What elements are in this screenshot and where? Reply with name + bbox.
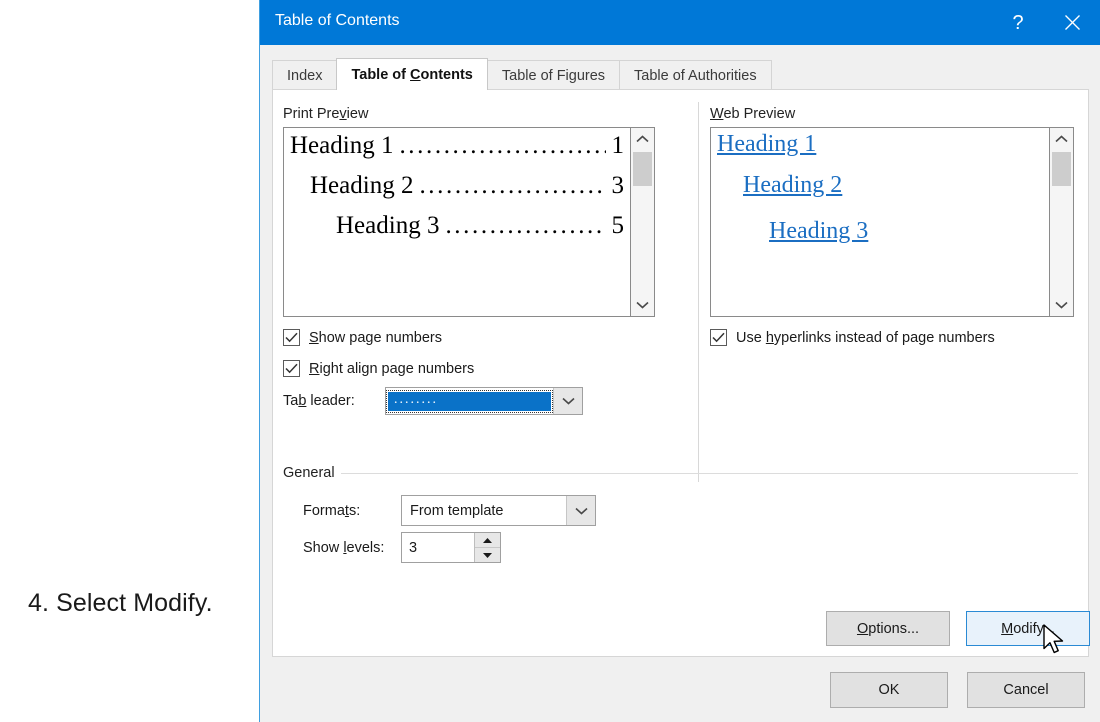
chevron-up-icon: [636, 135, 649, 143]
question-mark-icon: ?: [1012, 13, 1023, 33]
checkmark-icon: [712, 332, 725, 343]
tab-content-panel: Print Preview Heading 1 ................…: [272, 89, 1089, 657]
tab-label: Table of Authorities: [634, 68, 757, 84]
entry-text: Heading 1: [290, 132, 393, 160]
scroll-down-arrow[interactable]: [631, 294, 654, 316]
formats-label: Formats:: [303, 503, 360, 519]
scroll-up-arrow[interactable]: [631, 128, 654, 150]
general-group-label: General: [283, 465, 335, 481]
checkbox-box: [283, 360, 300, 377]
chevron-up-icon: [1055, 135, 1068, 143]
scroll-thumb[interactable]: [1052, 152, 1071, 186]
print-preview-content: Heading 1 ..............................…: [284, 128, 630, 316]
tab-table-of-figures[interactable]: Table of Figures: [487, 60, 620, 90]
checkbox-show-page-numbers[interactable]: Show page numbers: [283, 329, 442, 346]
checkbox-box: [710, 329, 727, 346]
modify-button[interactable]: Modify...: [966, 611, 1090, 646]
cancel-button[interactable]: Cancel: [967, 672, 1085, 708]
web-preview-entry[interactable]: Heading 3: [769, 218, 868, 245]
instruction-caption: 4. Select Modify.: [28, 589, 213, 618]
chevron-down-icon: [636, 301, 649, 309]
web-preview-content: Heading 1 Heading 2 Heading 3: [711, 128, 1049, 316]
formats-value: From template: [402, 496, 566, 525]
close-icon: [1064, 14, 1081, 31]
checkmark-icon: [285, 363, 298, 374]
spinner-decrement-button[interactable]: [475, 548, 500, 562]
chevron-down-icon: [575, 507, 588, 515]
scroll-down-arrow[interactable]: [1050, 294, 1073, 316]
entry-page-number: 3: [608, 172, 625, 200]
checkbox-box: [283, 329, 300, 346]
checkbox-right-align-page-numbers[interactable]: Right align page numbers: [283, 360, 474, 377]
web-preview-box: Heading 1 Heading 2 Heading 3: [710, 127, 1050, 317]
print-preview-label: Print Preview: [283, 106, 368, 122]
options-button[interactable]: Options...: [826, 611, 950, 646]
show-levels-spinner[interactable]: 3: [401, 532, 501, 563]
checkmark-icon: [285, 332, 298, 343]
dialog-title: Table of Contents: [275, 12, 400, 30]
checkbox-label: Right align page numbers: [309, 361, 474, 377]
tab-label: Table of Contents: [351, 67, 472, 83]
web-preview-entry[interactable]: Heading 2: [743, 172, 842, 199]
entry-text: Heading 3: [336, 212, 439, 240]
tab-leader-dotted-line: ........: [388, 392, 438, 411]
checkbox-label: Use hyperlinks instead of page numbers: [736, 330, 995, 346]
entry-page-number: 1: [608, 132, 625, 160]
spinner-increment-button[interactable]: [475, 533, 500, 548]
print-preview-entry: Heading 3 ..............................…: [336, 212, 624, 240]
column-divider: [698, 102, 699, 482]
ok-button-label: OK: [879, 682, 900, 698]
chevron-down-icon: [562, 397, 575, 405]
show-levels-label: Show levels:: [303, 540, 384, 556]
triangle-up-icon: [482, 537, 493, 544]
dialog-titlebar: Table of Contents ?: [260, 0, 1100, 45]
table-of-contents-dialog: Table of Contents ? Index Table of Conte…: [259, 0, 1100, 722]
web-preview-entry[interactable]: Heading 1: [717, 131, 816, 158]
checkbox-label: Show page numbers: [309, 330, 442, 346]
entry-text: Heading 2: [310, 172, 413, 200]
tab-leader-value-area: ........: [386, 388, 553, 414]
tab-leader-label: Tab leader:: [283, 393, 355, 409]
triangle-down-icon: [482, 552, 493, 559]
print-preview-entry: Heading 2 ..............................…: [310, 172, 624, 200]
entry-page-number: 5: [608, 212, 625, 240]
web-preview-label: Web Preview: [710, 106, 795, 122]
modify-button-label: Modify...: [1001, 621, 1055, 637]
formats-combobox[interactable]: From template: [401, 495, 596, 526]
tab-leader-combobox[interactable]: ........: [385, 387, 583, 415]
chevron-down-icon: [1055, 301, 1068, 309]
tab-index[interactable]: Index: [272, 60, 337, 90]
cancel-button-label: Cancel: [1003, 682, 1048, 698]
print-preview-entry: Heading 1 ..............................…: [290, 132, 624, 160]
print-preview-scrollbar[interactable]: [631, 127, 655, 317]
screenshot-root: 4. Select Modify. Table of Contents ? In…: [0, 0, 1100, 722]
dialog-footer: OK Cancel: [260, 658, 1100, 722]
scroll-thumb[interactable]: [633, 152, 652, 186]
tab-leader-dots: ................................: [445, 212, 605, 240]
spinner-buttons: [474, 533, 500, 562]
tab-table-of-contents[interactable]: Table of Contents: [336, 58, 487, 90]
tab-leader-selected-option: ........: [388, 392, 551, 411]
general-group-separator: [341, 473, 1078, 474]
options-button-label: Options...: [857, 621, 919, 637]
close-button[interactable]: [1049, 0, 1095, 45]
web-preview-scrollbar[interactable]: [1050, 127, 1074, 317]
ok-button[interactable]: OK: [830, 672, 948, 708]
formats-dropdown-button[interactable]: [566, 496, 595, 525]
help-button[interactable]: ?: [995, 0, 1041, 45]
tab-leader-dropdown-button[interactable]: [553, 388, 582, 414]
tab-table-of-authorities[interactable]: Table of Authorities: [619, 60, 772, 90]
tab-label: Table of Figures: [502, 68, 605, 84]
scroll-up-arrow[interactable]: [1050, 128, 1073, 150]
tab-leader-dots: ................................: [399, 132, 605, 160]
show-levels-value[interactable]: 3: [402, 533, 474, 562]
print-preview-box: Heading 1 ..............................…: [283, 127, 631, 317]
tab-strip: Index Table of Contents Table of Figures…: [272, 58, 771, 90]
checkbox-use-hyperlinks[interactable]: Use hyperlinks instead of page numbers: [710, 329, 995, 346]
tab-leader-dots: ................................: [419, 172, 605, 200]
tab-label: Index: [287, 68, 322, 84]
